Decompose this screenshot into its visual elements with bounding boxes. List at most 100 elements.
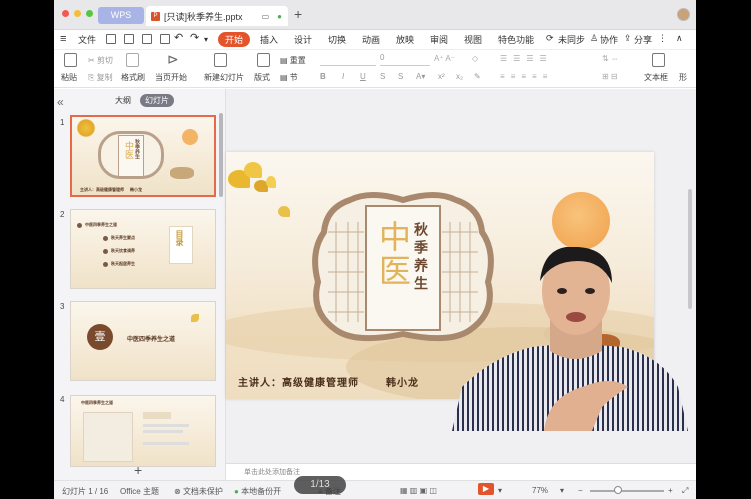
fit-window-icon[interactable]: ⤢: [682, 486, 688, 496]
align-icons[interactable]: ≡≡≡≡≡: [500, 72, 553, 81]
minimize-window-button[interactable]: [74, 10, 81, 17]
format-painter-button[interactable]: 格式刷: [121, 72, 145, 83]
cut-button[interactable]: ✂ 剪切: [88, 55, 113, 66]
ginkgo-leaf-decoration: [266, 176, 276, 188]
tab-transition[interactable]: 切换: [328, 33, 346, 46]
tab-design[interactable]: 设计: [294, 33, 312, 46]
slideshow-dropdown-icon[interactable]: ▾: [498, 486, 502, 495]
italic-icon[interactable]: I: [342, 72, 344, 81]
tab-home[interactable]: 开始: [218, 32, 251, 47]
wps-home-tab[interactable]: WPS: [98, 7, 144, 24]
sync-status[interactable]: 未同步: [558, 33, 585, 46]
redo-icon[interactable]: ↷: [190, 31, 199, 44]
font-color-icon[interactable]: A▾: [416, 72, 425, 81]
slideshow-play-icon[interactable]: ▶: [478, 483, 494, 495]
paste-button[interactable]: 粘贴: [61, 72, 77, 83]
format-painter-icon[interactable]: [126, 53, 139, 67]
protect-status[interactable]: ⊗ 文档未保护: [174, 486, 223, 497]
slide-thumbnail-1[interactable]: 中医 秋季养生 主讲人：高级健康管理师 韩小龙: [70, 115, 216, 197]
tab-review[interactable]: 审阅: [430, 33, 448, 46]
pptx-file-icon: P: [151, 11, 160, 21]
zoom-slider-handle[interactable]: [614, 486, 622, 494]
underline-icon[interactable]: U: [360, 72, 366, 81]
new-slide-button[interactable]: 新建幻灯片: [204, 72, 244, 83]
clear-format-icon[interactable]: ◇: [472, 54, 478, 63]
strikethrough-icon[interactable]: S: [380, 72, 385, 81]
textbox-button[interactable]: 文本框: [644, 72, 668, 83]
export-icon[interactable]: [124, 34, 134, 44]
print-icon[interactable]: [142, 34, 152, 44]
new-tab-button[interactable]: +: [294, 6, 302, 22]
leaf-decoration: [191, 314, 199, 322]
toc-item: 中医四季养生之道: [77, 222, 159, 228]
toc-list: 中医四季养生之道 秋天养生要点 秋天饮食调养 秋天起居养生: [77, 222, 159, 267]
view-mode-icons[interactable]: ▦ ▥ ▣ ◫: [400, 486, 437, 495]
outline-tab[interactable]: 大纲: [110, 94, 136, 107]
textbox-icon[interactable]: [652, 53, 665, 67]
slide-thumbnail-4[interactable]: 中医四季养生之道: [70, 395, 216, 467]
zoom-slider[interactable]: [590, 490, 664, 492]
new-slide-icon[interactable]: [214, 53, 227, 67]
tab-slideshow[interactable]: 放映: [396, 33, 414, 46]
layout-button[interactable]: 版式: [254, 72, 270, 83]
subscript-icon[interactable]: x₂: [456, 72, 463, 81]
collapse-ribbon-icon[interactable]: ∧: [676, 33, 683, 44]
tab-view[interactable]: 视图: [464, 33, 482, 46]
collab-button[interactable]: 协作: [600, 33, 618, 46]
slide-sidebar: « 大纲 幻灯片 1 中医 秋季养生 主讲人：高级健康管理师 韩小龙 2 中医四…: [54, 89, 226, 480]
shape-button[interactable]: 形: [679, 72, 687, 83]
document-tab[interactable]: P [只读]秋季养生.pptx ▭ ●: [146, 6, 288, 26]
smartart-icon[interactable]: ⊞ ⊟: [602, 72, 618, 81]
backup-status[interactable]: ● 本地备份开: [234, 486, 281, 497]
food-decoration: [170, 167, 194, 179]
font-size-field[interactable]: 0: [380, 53, 430, 66]
toc-item-text: 秋天养生要点: [111, 235, 135, 240]
slides-tab[interactable]: 幻灯片: [140, 94, 174, 107]
collapse-sidebar-icon[interactable]: «: [57, 95, 64, 109]
canvas-scrollbar[interactable]: [688, 189, 692, 309]
font-grow-icon[interactable]: A⁺ A⁻: [434, 54, 455, 63]
paste-icon[interactable]: [64, 53, 77, 67]
user-avatar[interactable]: [677, 8, 690, 21]
notes-pane[interactable]: 单击此处添加备注: [226, 463, 696, 478]
zoom-level[interactable]: 77%: [532, 486, 548, 495]
slide-canvas: 中医 秋季养生 主讲人：高级健康管理师 韩小龙: [226, 89, 696, 463]
text-direction-icon[interactable]: ⇅ ⇔: [602, 54, 619, 63]
font-name-field[interactable]: [320, 53, 376, 66]
zoom-in-icon[interactable]: +: [668, 486, 673, 495]
quick-access-dropdown-icon[interactable]: ▾: [204, 35, 208, 44]
list-icons[interactable]: ☰☰☰☰: [500, 54, 553, 63]
superscript-icon[interactable]: x²: [438, 72, 445, 81]
save-icon[interactable]: [106, 34, 116, 44]
add-slide-button[interactable]: +: [134, 462, 142, 478]
tab-insert[interactable]: 插入: [260, 33, 278, 46]
shadow-icon[interactable]: S: [398, 72, 403, 81]
play-from-current-button[interactable]: 当页开始: [155, 72, 187, 83]
maximize-window-button[interactable]: [86, 10, 93, 17]
zoom-dropdown-icon[interactable]: ▾: [560, 486, 564, 495]
preview-icon[interactable]: [160, 34, 170, 44]
more-icon[interactable]: ⋮: [658, 33, 667, 44]
bold-icon[interactable]: B: [320, 72, 326, 81]
play-icon[interactable]: ⊳: [167, 51, 179, 68]
copy-button[interactable]: ⎘ 复制: [88, 72, 113, 83]
sidebar-scrollbar[interactable]: [219, 113, 223, 197]
tab-menu-icon[interactable]: ▭: [262, 12, 270, 21]
slide-thumbnail-3[interactable]: 壹 中医四季养生之道: [70, 301, 216, 381]
undo-icon[interactable]: ↶: [174, 31, 183, 44]
section-button[interactable]: ▤ 节: [280, 72, 298, 83]
share-button[interactable]: 分享: [634, 33, 652, 46]
zoom-out-icon[interactable]: −: [578, 486, 583, 495]
copy-label: 复制: [96, 73, 113, 82]
theme-name[interactable]: Office 主题: [120, 486, 159, 497]
cut-label: 剪切: [96, 56, 113, 65]
tab-animation[interactable]: 动画: [362, 33, 380, 46]
reset-button[interactable]: ▤ 重置: [280, 55, 306, 66]
slide-thumbnail-2[interactable]: 中医四季养生之道 秋天养生要点 秋天饮食调养 秋天起居养生 目录: [70, 209, 216, 289]
highlight-icon[interactable]: ✎: [474, 72, 481, 81]
layout-icon[interactable]: [257, 53, 270, 67]
tab-features[interactable]: 特色功能: [498, 33, 534, 46]
menu-file[interactable]: 文件: [78, 33, 96, 46]
close-window-button[interactable]: [62, 10, 69, 17]
hamburger-icon[interactable]: ≡: [60, 33, 66, 45]
